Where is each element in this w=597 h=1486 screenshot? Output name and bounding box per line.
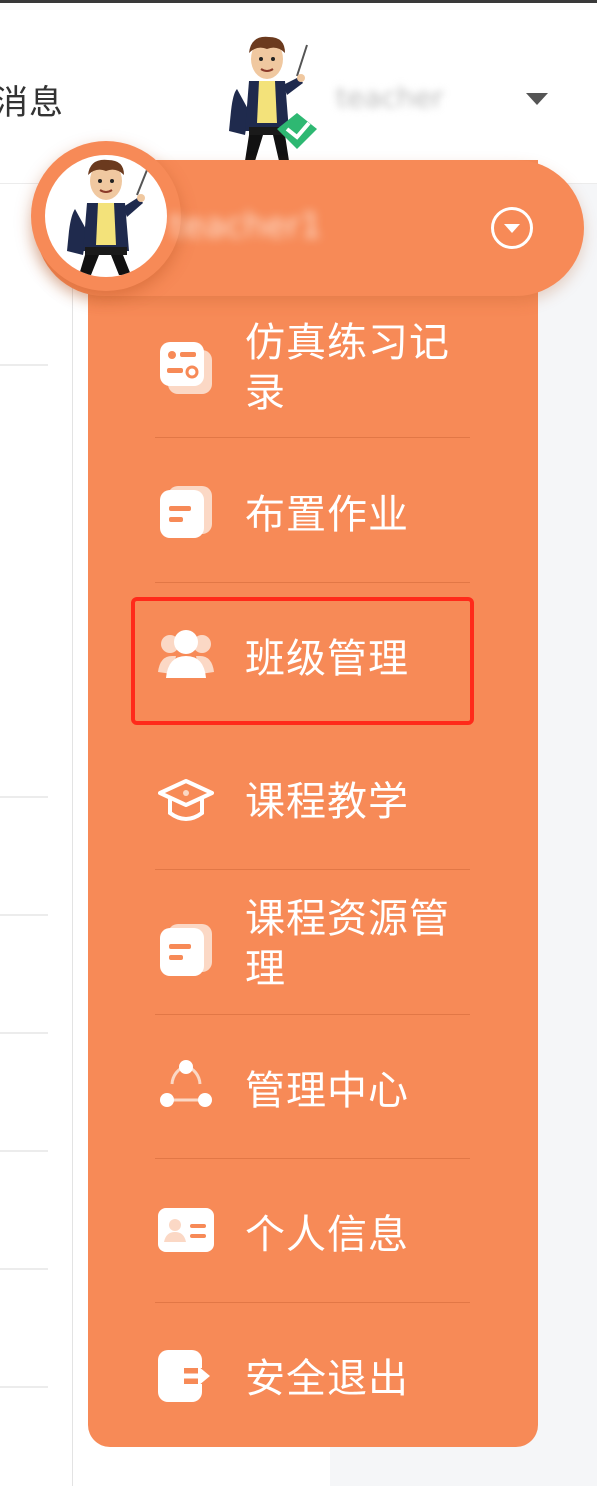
panel-divider (0, 1268, 48, 1270)
document-icon (160, 486, 212, 538)
graduation-cap-icon (158, 779, 214, 821)
logout-icon (158, 1350, 210, 1402)
menu-divider (155, 1302, 470, 1303)
dropdown-username: teacher1 (170, 206, 322, 246)
header-avatar[interactable] (215, 31, 325, 166)
menu-item-label: 管理中心 (245, 1068, 409, 1114)
highlight-box (131, 597, 474, 725)
panel-divider (0, 796, 48, 798)
menu-item-label: 布置作业 (245, 492, 409, 538)
menu-divider (155, 869, 470, 870)
left-panel (0, 184, 73, 1486)
network-icon (160, 1060, 212, 1107)
teacher-avatar-icon (67, 159, 150, 275)
record-icon (160, 342, 212, 394)
panel-divider (0, 1150, 48, 1152)
menu-item-personal-info[interactable]: 个人信息 (150, 1196, 470, 1276)
id-card-icon (158, 1208, 214, 1252)
menu-item-logout[interactable]: 安全退出 (150, 1340, 470, 1420)
menu-divider (155, 1158, 470, 1159)
menu-item-assign-homework[interactable]: 布置作业 (150, 476, 470, 556)
panel-divider (0, 914, 48, 916)
dropdown-avatar (31, 141, 181, 291)
menu-item-label: 仿真练习记录 (245, 320, 450, 416)
menu-divider (155, 437, 470, 438)
menu-item-management-center[interactable]: 管理中心 (150, 1052, 470, 1132)
menu-item-label: 课程资源管理 (245, 896, 450, 992)
panel-divider (0, 1386, 48, 1388)
menu-divider (155, 582, 470, 583)
menu-item-label: 安全退出 (245, 1356, 409, 1402)
document-icon (160, 924, 212, 976)
chevron-circle-down-icon[interactable] (491, 207, 533, 249)
panel-divider (0, 1032, 48, 1034)
caret-down-icon[interactable] (526, 93, 548, 105)
menu-item-course-teaching[interactable]: 课程教学 (150, 763, 470, 843)
panel-divider (0, 364, 48, 366)
menu-item-course-resources[interactable]: 课程资源管理 (150, 888, 470, 1008)
messages-link[interactable]: 消息 (0, 75, 64, 124)
menu-divider (155, 1014, 470, 1015)
menu-item-label: 课程教学 (245, 779, 409, 825)
menu-item-practice-records[interactable]: 仿真练习记录 (150, 312, 470, 432)
header-username[interactable]: teacher (336, 81, 476, 115)
menu-item-label: 个人信息 (245, 1212, 409, 1258)
